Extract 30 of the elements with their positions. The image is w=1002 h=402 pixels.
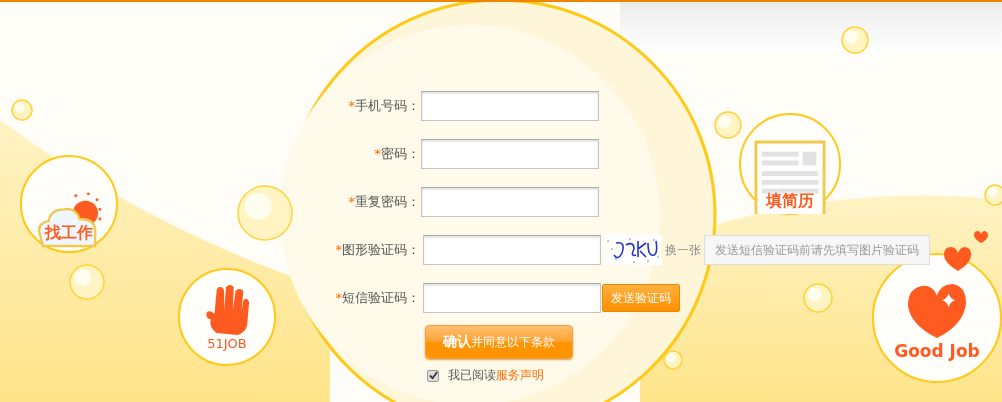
field-label: *图形验证码：	[334, 241, 420, 259]
hand-icon	[203, 283, 251, 337]
send-code-button[interactable]: 发送验证码	[602, 284, 680, 312]
field-label: *密码：	[373, 145, 420, 163]
bubble	[663, 350, 683, 370]
document-icon	[754, 140, 826, 214]
input-field[interactable]	[423, 283, 601, 313]
badge-label: 51JOB	[207, 335, 247, 353]
input-field[interactable]	[421, 187, 599, 217]
input-field[interactable]	[423, 235, 601, 265]
bubble	[803, 283, 833, 313]
field-label: *重复密码：	[347, 193, 420, 211]
badge-label: 找工作	[45, 224, 93, 242]
bubble	[11, 99, 33, 121]
bubble	[714, 111, 742, 139]
input-field[interactable]	[421, 139, 599, 169]
captcha-image	[604, 235, 662, 265]
badge-label: 填简历	[766, 192, 814, 210]
refresh-link[interactable]: 换一张	[665, 241, 701, 259]
input-field[interactable]	[421, 91, 599, 121]
heart-icon	[905, 282, 969, 340]
confirm-button[interactable]: 确认并同意以下条款	[425, 325, 573, 359]
bubble	[69, 264, 105, 300]
field-label: *短信验证码：	[334, 289, 420, 307]
terms-link[interactable]: 服务声明	[496, 367, 544, 384]
badge-label: Good Job	[894, 342, 980, 360]
field-label: *手机号码：	[347, 97, 420, 115]
hint-tooltip: 发送短信验证码前请先填写图片验证码	[704, 235, 930, 265]
agree-text: 我已阅读	[448, 367, 496, 384]
bubble	[841, 26, 869, 54]
